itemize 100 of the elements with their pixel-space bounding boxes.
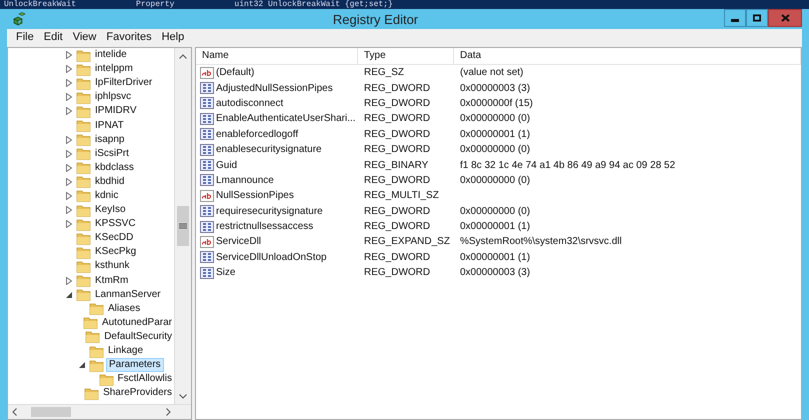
tree-item[interactable]: iScsiPrt — [93, 148, 131, 160]
tree-item[interactable]: KtmRm — [93, 274, 130, 287]
scroll-thumb[interactable] — [31, 407, 71, 417]
value-name[interactable]: enableforcedlogoff — [216, 128, 298, 140]
value-name[interactable]: requiresecuritysignature — [216, 206, 323, 217]
value-name[interactable]: enablesecuritysignature — [216, 144, 322, 156]
tree-item[interactable]: KPSSVC — [93, 218, 138, 230]
expand-arrow-icon[interactable] — [65, 51, 73, 60]
tree-item[interactable]: kbdclass — [93, 162, 136, 174]
value-name[interactable]: autodisconnect — [216, 98, 284, 109]
tree-item[interactable]: IPMIDRV — [93, 105, 138, 118]
expand-arrow-icon[interactable] — [65, 206, 73, 214]
horizontal-scrollbar[interactable] — [8, 404, 191, 419]
folder-icon — [76, 288, 91, 302]
folder-icon — [76, 90, 91, 104]
folder-icon — [76, 260, 91, 273]
folder-icon — [76, 48, 91, 62]
value-name[interactable]: ServiceDllUnloadOnStop — [216, 252, 327, 263]
expand-arrow-icon[interactable] — [65, 276, 73, 285]
expand-arrow-icon[interactable] — [65, 220, 73, 228]
menu-item[interactable]: Edit — [38, 30, 68, 42]
tree-item[interactable]: intelide — [93, 49, 129, 62]
value-name[interactable]: restrictnullsessaccess — [216, 221, 314, 232]
expand-arrow-icon[interactable] — [65, 107, 73, 116]
scroll-right-icon[interactable] — [166, 408, 171, 416]
tree-item[interactable]: isapnp — [93, 134, 126, 146]
folder-icon — [76, 274, 91, 288]
column-header[interactable]: Name — [196, 48, 358, 64]
tree-item[interactable]: AutotunedParar — [100, 316, 174, 329]
value-name[interactable]: AdjustedNullSessionPipes — [216, 82, 333, 94]
scroll-down-icon[interactable] — [179, 394, 187, 398]
tree-item[interactable]: Parameters — [106, 358, 164, 372]
vertical-scrollbar[interactable] — [174, 48, 191, 404]
value-name[interactable]: ServiceDll — [216, 236, 262, 248]
tree-item[interactable]: KSecPkg — [93, 246, 138, 258]
value-type: REG_DWORD — [364, 252, 430, 263]
binary-value-icon — [200, 174, 214, 186]
value-data: 0x00000000 (0) — [460, 113, 530, 124]
tree-item[interactable]: KSecDD — [93, 232, 136, 244]
column-header[interactable]: Data — [454, 48, 801, 64]
expand-arrow-icon[interactable] — [65, 136, 73, 144]
value-type: REG_DWORD — [364, 113, 430, 124]
grip-icon[interactable] — [179, 223, 187, 229]
tree-item[interactable]: IpFilterDriver — [93, 77, 154, 90]
tree-item[interactable]: kbdhid — [93, 176, 126, 188]
binary-value-icon — [200, 82, 214, 94]
value-type: REG_DWORD — [364, 98, 430, 109]
collapse-arrow-icon[interactable] — [65, 290, 73, 299]
folder-icon — [76, 246, 91, 259]
expand-arrow-icon[interactable] — [65, 192, 73, 200]
folder-icon — [76, 76, 91, 90]
value-name[interactable]: Size — [216, 267, 236, 278]
folder-icon — [76, 204, 91, 217]
value-data: 0x00000003 (3) — [460, 82, 530, 94]
scroll-up-icon[interactable] — [179, 54, 187, 58]
value-type: REG_DWORD — [364, 174, 430, 186]
column-header[interactable]: Type — [358, 48, 454, 64]
tree-item[interactable]: LanmanServer — [93, 288, 163, 301]
expand-arrow-icon[interactable] — [65, 65, 73, 74]
close-button[interactable] — [768, 9, 802, 27]
tree-item[interactable]: Linkage — [106, 345, 146, 358]
menu-item[interactable]: File — [11, 30, 39, 42]
tree-item[interactable]: Aliases — [106, 302, 142, 315]
console-text: Property — [136, 0, 174, 9]
binary-value-icon — [200, 251, 214, 264]
value-name[interactable]: EnableAuthenticateUserShari... — [216, 113, 356, 124]
minimize-button[interactable] — [724, 9, 746, 27]
folder-icon — [76, 119, 91, 132]
tree-item[interactable]: iphlpsvc — [93, 91, 134, 104]
value-data: (value not set) — [460, 67, 524, 78]
menu-item[interactable]: Favorites — [101, 30, 157, 42]
tree-item[interactable]: FsctlAllowlis — [116, 373, 174, 386]
tree-item[interactable]: ShareProviders — [101, 387, 174, 400]
collapse-arrow-icon[interactable] — [78, 361, 86, 370]
menu-item[interactable]: View — [68, 30, 102, 42]
folder-icon — [76, 189, 91, 202]
binary-value-icon — [200, 97, 214, 110]
maximize-button[interactable] — [746, 9, 768, 27]
expand-arrow-icon[interactable] — [65, 178, 73, 186]
expand-arrow-icon[interactable] — [65, 150, 73, 158]
tree-item[interactable]: KeyIso — [93, 204, 128, 216]
value-type: REG_DWORD — [364, 206, 430, 217]
expand-arrow-icon[interactable] — [65, 93, 73, 102]
value-name[interactable]: NullSessionPipes — [216, 190, 294, 202]
string-value-icon — [200, 236, 214, 248]
value-name[interactable]: Guid — [216, 160, 238, 171]
scroll-left-icon[interactable] — [12, 408, 17, 416]
folder-icon — [76, 175, 91, 188]
tree-item[interactable]: kdnic — [93, 190, 120, 202]
tree-item[interactable]: intelppm — [93, 63, 135, 76]
tree-item[interactable]: IPNAT — [93, 120, 126, 132]
binary-value-icon — [200, 144, 214, 156]
tree-item[interactable]: DefaultSecurity — [102, 330, 174, 343]
folder-icon — [76, 161, 91, 174]
value-name[interactable]: Lmannounce — [216, 174, 274, 186]
expand-arrow-icon[interactable] — [65, 164, 73, 172]
tree-item[interactable]: ksthunk — [93, 260, 132, 272]
value-name[interactable]: (Default) — [216, 67, 254, 78]
expand-arrow-icon[interactable] — [65, 79, 73, 88]
menu-item[interactable]: Help — [156, 30, 190, 42]
